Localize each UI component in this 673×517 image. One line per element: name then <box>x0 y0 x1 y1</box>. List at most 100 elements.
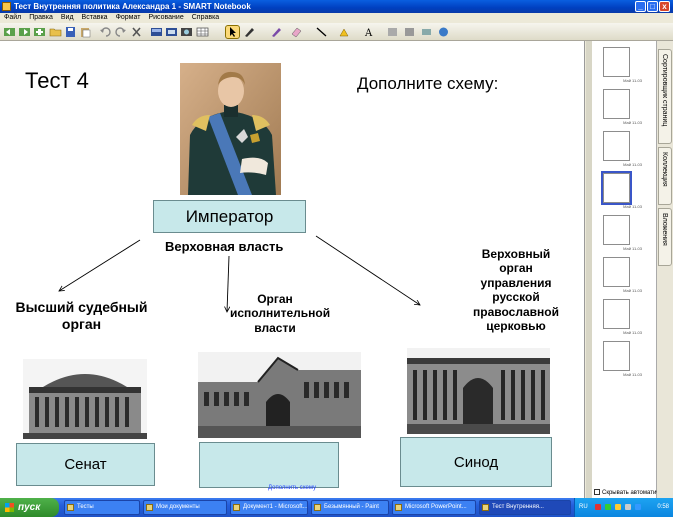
synod-building-image[interactable] <box>407 348 550 434</box>
panel-splitter[interactable] <box>586 41 592 498</box>
taskbar-item-label: Тесты <box>77 504 94 510</box>
thumbnail-caption: Май 11-03 <box>623 288 642 293</box>
select-arrow-icon[interactable] <box>225 25 240 39</box>
word-icon <box>233 504 240 511</box>
start-button[interactable]: пуск <box>0 498 59 517</box>
hyperlink-text[interactable]: Дополнить схему <box>268 485 316 491</box>
page-thumbnail[interactable] <box>603 341 630 371</box>
screen-shade-icon[interactable] <box>150 26 163 38</box>
arrow-to-court <box>59 239 141 291</box>
tray-icon[interactable] <box>595 504 601 510</box>
menu-draw[interactable]: Рисование <box>144 13 187 23</box>
page-thumbnail[interactable] <box>603 47 630 77</box>
supreme-power-label: Верховная власть <box>165 239 284 254</box>
shapes-icon[interactable] <box>338 26 351 38</box>
language-indicator[interactable]: RU <box>579 498 588 517</box>
thumbnail-caption: Май 11-03 <box>623 372 642 377</box>
clock[interactable]: 0:58 <box>657 498 669 517</box>
page-sorter-panel: Май 11-03 Май 11-03 Май 11-03 Май 11-03 … <box>586 41 673 498</box>
capture-icon[interactable] <box>180 26 193 38</box>
help-icon[interactable] <box>437 26 450 38</box>
senate-building-image[interactable] <box>23 359 147 439</box>
undo-icon[interactable] <box>99 26 112 38</box>
taskbar-item[interactable]: Мои документы <box>143 500 227 515</box>
toolbar: A <box>0 23 673 41</box>
menu-help[interactable]: Справка <box>188 13 223 23</box>
taskbar-item-label: Тест Внутренняя... <box>492 504 544 510</box>
save-icon[interactable] <box>64 26 77 38</box>
tray-icon[interactable] <box>625 504 631 510</box>
minimize-button[interactable]: _ <box>635 1 646 12</box>
pen-icon[interactable] <box>243 26 256 38</box>
svg-text:A: A <box>364 28 373 38</box>
page-thumbnail[interactable] <box>603 257 630 287</box>
menu-edit[interactable]: Правка <box>25 13 57 23</box>
thumbnail-caption: Май 11-03 <box>623 204 642 209</box>
menu-insert[interactable]: Вставка <box>78 13 112 23</box>
open-folder-icon[interactable] <box>49 26 62 38</box>
page-thumbnail[interactable] <box>603 89 630 119</box>
taskbar-item[interactable]: Тесты <box>64 500 140 515</box>
taskbar-item-label: Документ1 - Microsoft... <box>243 504 308 510</box>
thumbnail-caption: Май 11-03 <box>623 330 642 335</box>
powerpoint-icon <box>395 504 402 511</box>
redo-icon[interactable] <box>114 26 127 38</box>
properties-icon[interactable] <box>386 26 399 38</box>
emperor-box[interactable]: Император <box>153 200 306 233</box>
folder-icon <box>146 504 153 511</box>
paste-icon[interactable] <box>79 26 92 38</box>
taskbar-item-label: Безымянный - Paint <box>324 504 379 510</box>
system-tray: RU 0:58 <box>574 498 673 517</box>
start-label: пуск <box>18 502 41 513</box>
close-button[interactable]: x <box>659 1 670 12</box>
back-page-icon[interactable] <box>3 26 16 38</box>
taskbar-item[interactable]: Безымянный - Paint <box>311 500 389 515</box>
taskbar-item[interactable]: Microsoft PowerPoint... <box>392 500 476 515</box>
app-icon <box>2 2 11 11</box>
menu-bar: Файл Правка Вид Вставка Формат Рисование Справ… <box>0 13 673 23</box>
taskbar-item-active[interactable]: Тест Внутренняя... <box>479 500 571 515</box>
slide-instruction: Дополните схему: <box>357 74 499 93</box>
thumbnail-list[interactable]: Май 11-03 Май 11-03 Май 11-03 Май 11-03 … <box>586 41 672 498</box>
creative-pen-icon[interactable] <box>270 26 283 38</box>
folder-icon <box>67 504 74 511</box>
thumbnail-caption: Май 11-03 <box>623 78 642 83</box>
line-icon[interactable] <box>315 26 328 38</box>
tab-page-sorter[interactable]: Сортировщик страниц <box>658 49 672 144</box>
senate-box[interactable]: Сенат <box>16 443 155 486</box>
synod-box[interactable]: Синод <box>400 437 552 487</box>
fill-icon[interactable] <box>403 26 416 38</box>
smart-notebook-window: Тест Внутренняя политика Александра 1 - … <box>0 0 673 517</box>
slide-canvas[interactable]: Тест 4 Дополните схему: Император Верхов… <box>0 41 585 498</box>
add-page-icon[interactable] <box>33 26 46 38</box>
delete-icon[interactable] <box>130 26 143 38</box>
text-icon[interactable]: A <box>362 26 375 38</box>
tray-icon[interactable] <box>605 504 611 510</box>
thumbnail-caption: Май 11-03 <box>623 120 642 125</box>
page-thumbnail-selected[interactable] <box>601 171 632 205</box>
title-bar[interactable]: Тест Внутренняя политика Александра 1 - … <box>0 0 673 13</box>
checkbox-icon[interactable] <box>594 489 600 495</box>
table-icon[interactable] <box>196 26 209 38</box>
taskbar-item[interactable]: Документ1 - Microsoft... <box>230 500 308 515</box>
answer-box-empty[interactable] <box>199 442 339 488</box>
tab-attachments[interactable]: Вложения <box>658 208 672 266</box>
taskbar-item-label: Microsoft PowerPoint... <box>405 504 467 510</box>
page-thumbnail[interactable] <box>603 215 630 245</box>
tray-icon[interactable] <box>615 504 621 510</box>
supreme-court-label: Высший судебный орган <box>15 299 148 332</box>
forward-page-icon[interactable] <box>18 26 31 38</box>
tab-gallery[interactable]: Коллекция <box>658 147 672 205</box>
eraser-icon[interactable] <box>290 26 303 38</box>
menu-file[interactable]: Файл <box>0 13 25 23</box>
tray-icon[interactable] <box>635 504 641 510</box>
menu-format[interactable]: Формат <box>112 13 145 23</box>
maximize-button[interactable]: □ <box>647 1 658 12</box>
executive-building-image[interactable] <box>198 352 361 438</box>
page-thumbnail[interactable] <box>603 299 630 329</box>
menu-view[interactable]: Вид <box>57 13 78 23</box>
full-screen-icon[interactable] <box>165 26 178 38</box>
screen-capture-icon[interactable] <box>420 26 433 38</box>
emperor-portrait[interactable] <box>180 63 281 195</box>
page-thumbnail[interactable] <box>603 131 630 161</box>
